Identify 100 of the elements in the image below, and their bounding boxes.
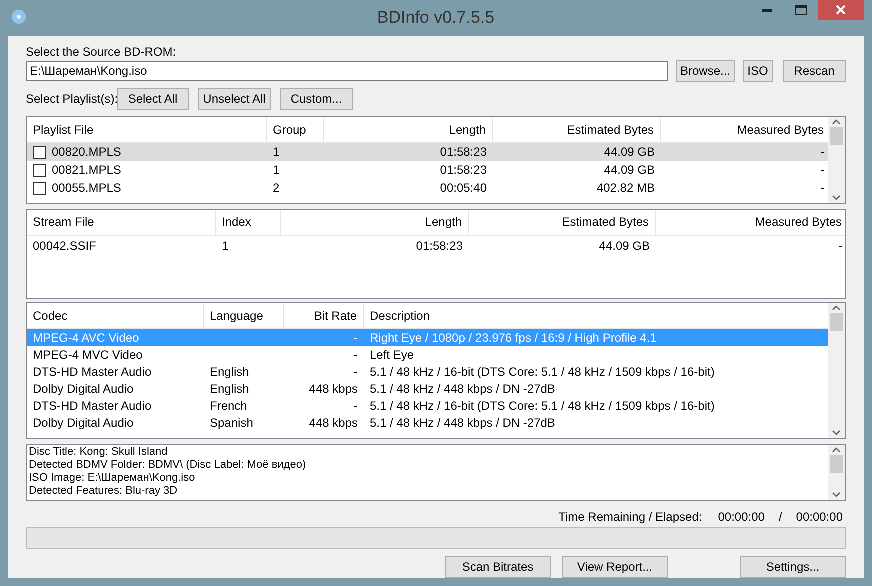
source-path-field[interactable]: E:\Шареман\Kong.iso: [26, 61, 668, 81]
playlist-checkbox[interactable]: [33, 182, 46, 194]
action-button[interactable]: Scan Bitrates: [445, 556, 551, 578]
table-cell-text: 5.1 / 48 kHz / 448 kbps / DN -27dB: [370, 380, 556, 398]
table-cell-text: MPEG-4 AVC Video: [33, 330, 140, 347]
playlist-row[interactable]: 00820.MPLS 1 01:58:23 44.09 GB -: [27, 143, 828, 161]
column-header[interactable]: Estimated Bytes: [493, 117, 661, 142]
playlist-button[interactable]: Select All: [117, 88, 189, 110]
table-cell-text: Dolby Digital Audio: [33, 414, 134, 432]
table-cell-text: -: [821, 144, 825, 161]
playlist-button[interactable]: Custom...: [280, 88, 353, 110]
close-icon: [836, 5, 846, 15]
table-cell-text: 5.1 / 48 kHz / 16-bit (DTS Core: 5.1 / 48 kHz / 1509 kbps / 16-bit): [370, 364, 715, 381]
table-cell-text: 01:58:23: [440, 144, 487, 161]
close-button[interactable]: [818, 0, 864, 20]
scroll-up-icon[interactable]: [832, 305, 841, 312]
time-remaining: 00:00:00: [718, 508, 765, 526]
column-header[interactable]: Stream File: [27, 210, 216, 235]
table-cell-text: 1: [273, 162, 280, 179]
column-header[interactable]: Estimated Bytes: [469, 210, 656, 235]
table-cell-text: -: [821, 162, 825, 179]
table-cell-text: MPEG-4 MVC Video: [33, 346, 143, 364]
action-button[interactable]: Settings...: [740, 556, 846, 578]
log-line: ISO Image: E:\Шареман\Kong.iso: [29, 472, 196, 486]
scrollbar[interactable]: [828, 303, 845, 438]
column-header[interactable]: Bit Rate: [284, 303, 364, 328]
scroll-up-icon[interactable]: [832, 447, 841, 454]
table-cell-text: 448 kbps: [309, 414, 358, 432]
column-header[interactable]: Index: [216, 210, 281, 235]
table-cell-text: 2: [273, 180, 280, 197]
column-header[interactable]: Length: [324, 117, 493, 142]
table-cell-text: 00:05:40: [440, 180, 487, 197]
scroll-up-icon[interactable]: [832, 119, 841, 125]
table-cell-text: Left Eye: [370, 346, 414, 364]
column-header[interactable]: Codec: [27, 303, 204, 328]
disc-icon: [11, 9, 27, 25]
playlist-button[interactable]: Unselect All: [198, 88, 271, 110]
column-header[interactable]: Group: [267, 117, 324, 142]
table-cell-text: 1: [273, 144, 280, 161]
window-title: BDInfo v0.7.5.5: [377, 7, 495, 30]
codec-row[interactable]: DTS-HD Master Audio French - 5.1 / 48 kHz / 16-bit (DTS Core: 5.1 / 48 kHz / 1509 kbps / 16-bit): [27, 397, 828, 414]
scrollbar[interactable]: [828, 117, 845, 203]
table-cell-text: -: [354, 330, 358, 347]
scroll-down-icon[interactable]: [832, 430, 841, 436]
table-cell-text: 01:58:23: [440, 162, 487, 179]
table-cell-text: 5.1 / 48 kHz / 16-bit (DTS Core: 5.1 / 48 kHz / 1509 kbps / 16-bit): [370, 398, 715, 415]
table-cell-text: Dolby Digital Audio: [33, 380, 134, 398]
table-cell-text: English: [210, 364, 250, 381]
minimize-icon: [762, 8, 772, 12]
table-cell-text: Spanish: [210, 414, 254, 432]
codec-row[interactable]: MPEG-4 MVC Video - Left Eye: [27, 346, 828, 364]
playlist-checkbox[interactable]: [33, 146, 46, 158]
column-header[interactable]: Language: [204, 303, 284, 328]
time-label: Time Remaining / Elapsed:: [558, 508, 702, 526]
source-button[interactable]: Browse...: [676, 60, 735, 82]
table-cell-text: 5.1 / 48 kHz / 448 kbps / DN -27dB: [370, 414, 556, 432]
table-cell-text: 1: [222, 238, 229, 255]
table-cell-text: -: [354, 346, 358, 364]
scrollbar[interactable]: [828, 445, 845, 500]
table-cell-text: Right Eye / 1080p / 23.976 fps / 16:9 / High Profile 4.1: [370, 330, 657, 347]
table-cell-text: -: [354, 398, 358, 415]
scroll-thumb[interactable]: [830, 313, 843, 332]
table-cell-text: 448 kbps: [309, 380, 358, 398]
scroll-thumb[interactable]: [830, 455, 843, 474]
maximize-icon: [795, 5, 807, 15]
table-cell-text: 00821.MPLS: [52, 162, 122, 179]
table-cell-text: 44.09 GB: [604, 162, 655, 179]
table-cell-text: DTS-HD Master Audio: [33, 364, 152, 381]
table-cell-text: 44.09 GB: [604, 144, 655, 161]
table-cell-text: -: [821, 180, 825, 197]
table-cell-text: 402.82 MB: [596, 180, 655, 197]
field-label: Select the Source BD-ROM:: [26, 44, 176, 58]
codec-row[interactable]: DTS-HD Master Audio English - 5.1 / 48 kHz / 16-bit (DTS Core: 5.1 / 48 kHz / 1509 kbps / 16-bit): [27, 363, 828, 380]
scroll-down-icon[interactable]: [832, 492, 841, 498]
table-cell-text: 00820.MPLS: [52, 144, 122, 161]
column-header[interactable]: Length: [281, 210, 469, 235]
time-separator: /: [778, 508, 782, 526]
table-cell-text: English: [210, 380, 250, 398]
log-line: Disc Title: Kong: Skull Island: [29, 446, 168, 460]
field-label: Select Playlist(s):: [26, 91, 120, 108]
table-cell-text: DTS-HD Master Audio: [33, 398, 152, 415]
table-cell-text: 44.09 GB: [599, 238, 650, 255]
time-elapsed: 00:00:00: [796, 508, 843, 526]
log-line: Detected Features: Blu-ray 3D: [29, 485, 178, 498]
scroll-thumb[interactable]: [830, 127, 843, 145]
column-header[interactable]: Playlist File: [27, 117, 267, 142]
column-header[interactable]: Measured Bytes: [656, 210, 845, 235]
source-button[interactable]: Rescan: [783, 60, 846, 82]
table-cell-text: French: [210, 398, 248, 415]
table-cell-text: -: [354, 364, 358, 381]
scroll-down-icon[interactable]: [832, 194, 841, 201]
codec-row[interactable]: Dolby Digital Audio English 448 kbps 5.1 / 48 kHz / 448 kbps / DN -27dB: [27, 380, 828, 398]
table-cell-text: 00042.SSIF: [33, 238, 96, 255]
codec-row[interactable]: Dolby Digital Audio Spanish 448 kbps 5.1 / 48 kHz / 448 kbps / DN -27dB: [27, 414, 828, 432]
table-cell-text: -: [839, 238, 843, 255]
action-button[interactable]: View Report...: [562, 556, 668, 578]
log-line: Detected BDMV Folder: BDMV\ (Disc Label: Моё видео): [29, 459, 306, 472]
table-cell-text: 01:58:23: [416, 238, 463, 255]
source-button[interactable]: ISO: [743, 60, 773, 82]
playlist-checkbox[interactable]: [33, 164, 46, 176]
